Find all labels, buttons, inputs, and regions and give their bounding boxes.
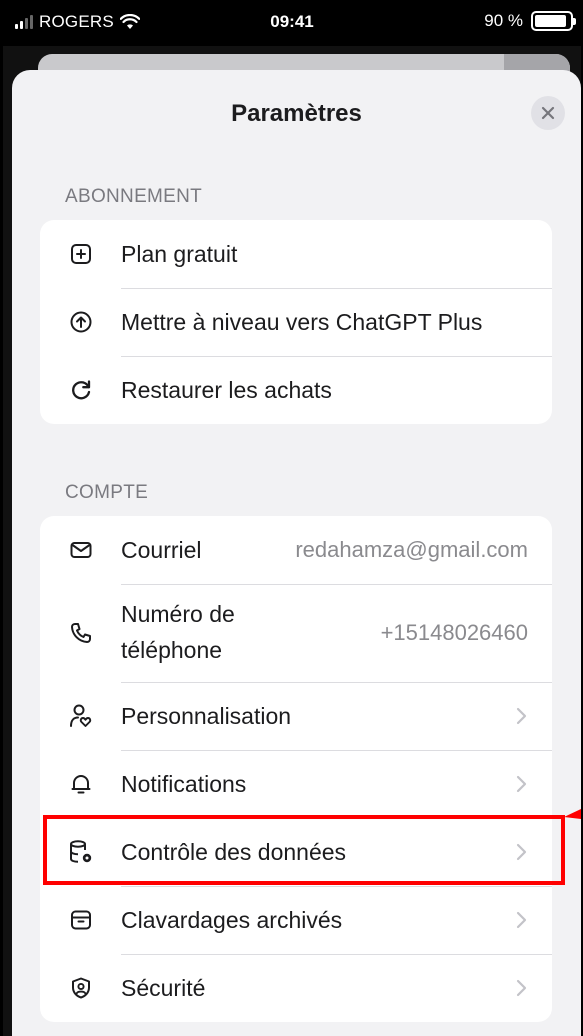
archived-chats-row[interactable]: Clavardages archivés xyxy=(40,886,552,954)
battery-fill xyxy=(535,15,566,27)
battery-percent: 90 % xyxy=(484,11,523,30)
close-icon xyxy=(541,106,555,120)
email-value: redahamza@gmail.com xyxy=(295,537,528,562)
annotation-arrow xyxy=(564,809,581,819)
phone-value: +15148026460 xyxy=(380,620,528,645)
chevron-right-icon xyxy=(516,775,527,793)
account-group: Courriel redahamza@gmail.com Numéro de t… xyxy=(40,516,552,1022)
battery-icon xyxy=(531,11,576,31)
phone-icon xyxy=(66,618,96,648)
section-header-subscription: ABONNEMENT xyxy=(65,186,203,207)
plan-gratuit-label: Plan gratuit xyxy=(121,241,238,267)
section-header-account: COMPTE xyxy=(65,482,149,503)
page-title: Paramètres xyxy=(231,100,362,127)
notifications-row[interactable]: Notifications xyxy=(40,750,552,818)
status-right: 90 % xyxy=(484,11,576,31)
phone-label-line2: téléphone xyxy=(121,637,223,663)
personalization-row[interactable]: Personnalisation xyxy=(40,682,552,750)
screen: ROGERS 09:41 90 % Paramètres ABONNEMENT xyxy=(3,0,581,1036)
bell-icon xyxy=(66,769,96,799)
phone-row[interactable]: Numéro de téléphone +15148026460 xyxy=(40,584,552,682)
close-button[interactable] xyxy=(531,96,565,130)
device-frame: ROGERS 09:41 90 % Paramètres ABONNEMENT xyxy=(0,0,583,1036)
chevron-right-icon xyxy=(516,911,527,929)
plan-gratuit-row[interactable]: Plan gratuit xyxy=(40,220,552,288)
person-heart-icon xyxy=(66,701,96,731)
status-bar: ROGERS 09:41 90 % xyxy=(3,0,581,46)
upgrade-plus-row[interactable]: Mettre à niveau vers ChatGPT Plus xyxy=(40,288,552,356)
restore-icon xyxy=(66,375,96,405)
email-row[interactable]: Courriel redahamza@gmail.com xyxy=(40,516,552,584)
restore-purchases-row[interactable]: Restaurer les achats xyxy=(40,356,552,424)
restore-purchases-label: Restaurer les achats xyxy=(121,377,332,403)
chevron-right-icon xyxy=(516,979,527,997)
highlight-box xyxy=(43,815,565,885)
arrow-up-circle-icon xyxy=(66,307,96,337)
security-row[interactable]: Sécurité xyxy=(40,954,552,1022)
personalization-label: Personnalisation xyxy=(121,703,292,729)
envelope-icon xyxy=(66,535,96,565)
archived-chats-label: Clavardages archivés xyxy=(121,907,343,933)
chevron-right-icon xyxy=(516,707,527,725)
settings-sheet: Paramètres ABONNEMENT Plan gratuit Mettr… xyxy=(12,70,581,1036)
phone-label-line1: Numéro de xyxy=(121,601,235,627)
subscription-group: Plan gratuit Mettre à niveau vers ChatGP… xyxy=(40,220,552,424)
shield-icon xyxy=(66,973,96,1003)
notifications-label: Notifications xyxy=(121,771,247,797)
email-label: Courriel xyxy=(121,537,202,563)
security-label: Sécurité xyxy=(121,975,206,1001)
archive-icon xyxy=(66,905,96,935)
upgrade-plus-label: Mettre à niveau vers ChatGPT Plus xyxy=(121,309,483,335)
plus-square-icon xyxy=(66,239,96,269)
